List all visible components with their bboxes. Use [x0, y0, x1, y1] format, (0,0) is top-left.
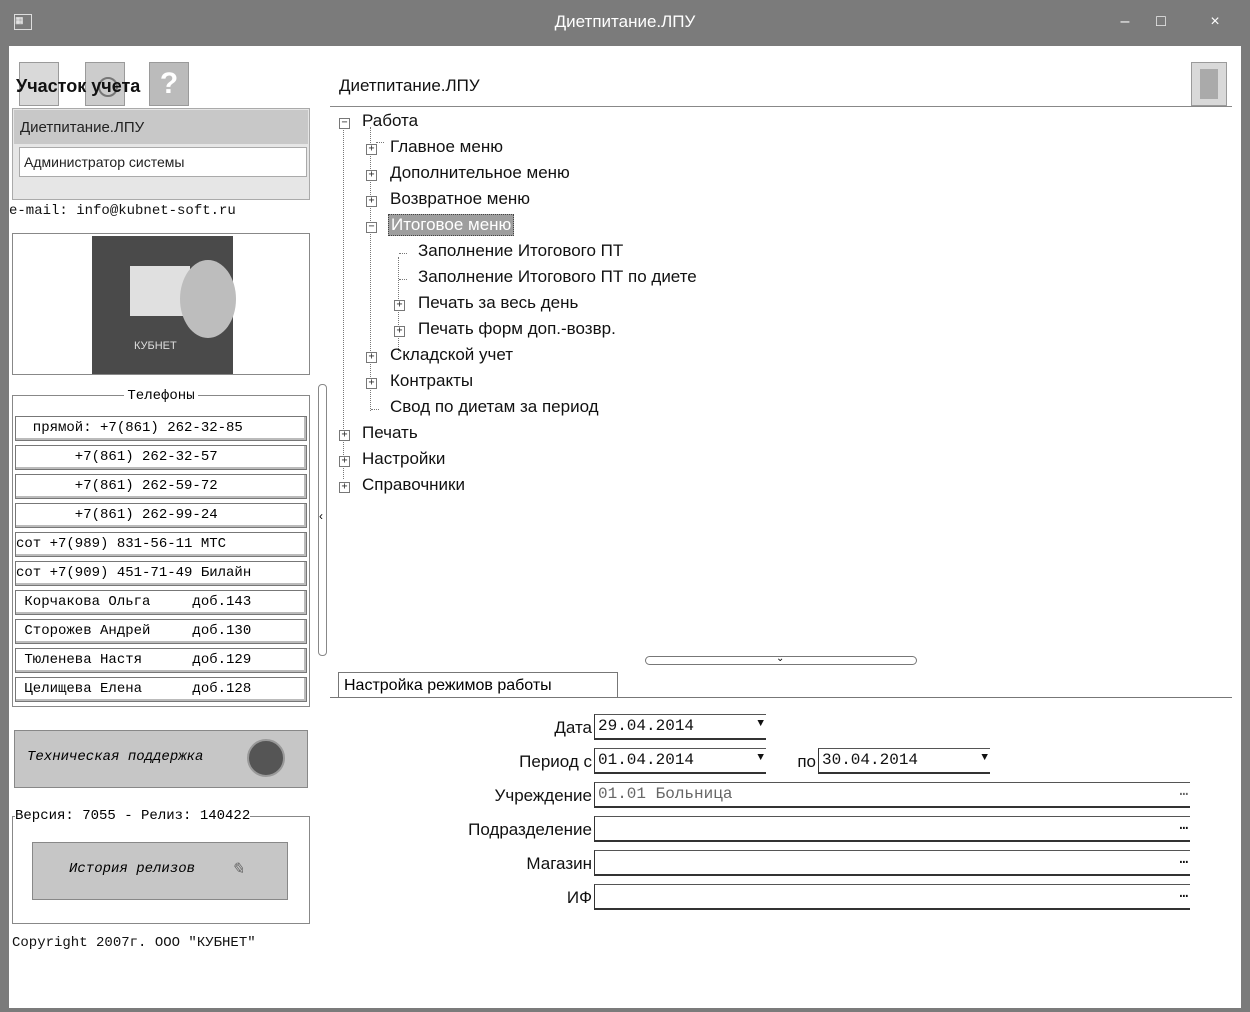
tree-node-return-menu[interactable]: Возвратное меню	[390, 189, 530, 209]
phone-row: Целищева Елена доб.128	[15, 677, 307, 702]
ellipsis-button[interactable]: …	[1180, 886, 1188, 902]
release-history-label: История релизов	[69, 861, 196, 877]
phone-row: прямой: +7(861) 262-32-85	[15, 416, 307, 441]
tree-node-fill-total[interactable]: Заполнение Итогового ПТ	[418, 241, 623, 261]
phones-group: Телефоны прямой: +7(861) 262-32-85 +7(86…	[12, 388, 310, 707]
institution-value: 01.01 Больница	[598, 785, 733, 803]
institution-label: Учреждение	[494, 786, 592, 805]
exit-door-icon[interactable]	[1191, 62, 1227, 106]
horizontal-splitter[interactable]: ⌄	[645, 653, 917, 665]
date-label: Дата	[554, 718, 592, 737]
release-history-button[interactable]: История релизов ✎	[32, 842, 288, 900]
phone-row: +7(861) 262-32-57	[15, 445, 307, 470]
logo: КУБНЕТ	[12, 233, 310, 375]
expand-icon[interactable]: +	[366, 144, 377, 155]
minimize-button[interactable]: –	[1105, 8, 1145, 36]
tree-node-work[interactable]: Работа	[362, 111, 418, 131]
store-label: Магазин	[526, 854, 592, 873]
date-field[interactable]: 29.04.2014 ▼	[594, 714, 766, 740]
tree-node-diet-summary[interactable]: Свод по диетам за период	[390, 397, 599, 417]
phone-row: сот +7(989) 831-56-11 МТС	[15, 532, 307, 557]
store-field[interactable]: …	[594, 850, 1190, 876]
tab-divider	[330, 697, 1232, 698]
globe-icon	[247, 739, 285, 777]
tech-support-button[interactable]: Техническая поддержка	[14, 730, 308, 788]
phone-row: Сторожев Андрей доб.130	[15, 619, 307, 644]
collapse-left-icon: ‹	[319, 509, 323, 523]
institution-field[interactable]: 01.01 Больница …	[594, 782, 1190, 808]
period-to-field[interactable]: 30.04.2014 ▼	[818, 748, 990, 774]
period-from-value: 01.04.2014	[598, 751, 695, 769]
dropdown-arrow-icon[interactable]: ▼	[757, 718, 764, 730]
tree-node-warehouse[interactable]: Складской учет	[390, 345, 513, 365]
copyright: Copyright 2007г. ООО "КУБНЕТ"	[12, 935, 256, 951]
phone-row: Тюленева Настя доб.129	[15, 648, 307, 673]
tree-node-fill-total-diet[interactable]: Заполнение Итогового ПТ по диете	[418, 267, 697, 287]
logo-text: КУБНЕТ	[134, 340, 177, 352]
window-title: Диетпитание.ЛПУ	[554, 12, 696, 31]
if-label: ИФ	[566, 888, 592, 907]
tree-node-settings[interactable]: Настройки	[362, 449, 445, 469]
tree-node-references[interactable]: Справочники	[362, 475, 465, 495]
expand-icon[interactable]: +	[394, 300, 405, 311]
left-panel-title: Участок учета	[16, 76, 141, 96]
tree-node-print[interactable]: Печать	[362, 423, 418, 443]
email-link[interactable]: e-mail: info@kubnet-soft.ru	[9, 203, 236, 219]
tree-node-main-menu[interactable]: Главное меню	[390, 137, 503, 157]
phone-row: сот +7(909) 451-71-49 Билайн	[15, 561, 307, 586]
dropdown-arrow-icon[interactable]: ▼	[757, 752, 764, 764]
account-list: Диетпитание.ЛПУ Администратор системы	[12, 108, 310, 200]
title-bar: ▦ Диетпитание.ЛПУ – □ ×	[0, 0, 1250, 46]
pencil-icon: ✎	[231, 861, 245, 879]
tree-node-print-forms[interactable]: Печать форм доп.-возвр.	[418, 319, 616, 339]
expand-icon[interactable]: +	[366, 196, 377, 207]
close-button[interactable]: ×	[1195, 8, 1235, 36]
expand-icon[interactable]: +	[366, 352, 377, 363]
expand-icon[interactable]: +	[339, 456, 350, 467]
expand-icon[interactable]: +	[339, 482, 350, 493]
collapse-icon[interactable]: −	[339, 118, 350, 129]
menu-tree: − Работа + Главное меню + Дополнительное…	[330, 106, 1232, 654]
period-from-field[interactable]: 01.04.2014 ▼	[594, 748, 766, 774]
division-field[interactable]: …	[594, 816, 1190, 842]
phones-caption: Телефоны	[124, 388, 198, 404]
vertical-splitter[interactable]: ‹	[318, 384, 327, 656]
chevron-down-icon: ⌄	[776, 653, 785, 664]
right-panel-title: Диетпитание.ЛПУ	[339, 76, 480, 95]
tree-node-print-day[interactable]: Печать за весь день	[418, 293, 578, 313]
ellipsis-button[interactable]: …	[1180, 852, 1188, 868]
ellipsis-button[interactable]: …	[1180, 784, 1188, 800]
tree-node-contracts[interactable]: Контракты	[390, 371, 473, 391]
period-to-label: по	[797, 752, 816, 771]
tab-work-settings[interactable]: Настройка режимов работы	[338, 672, 618, 698]
account-item-active[interactable]: Диетпитание.ЛПУ	[14, 110, 308, 144]
ellipsis-button[interactable]: …	[1180, 818, 1188, 834]
expand-icon[interactable]: +	[394, 326, 405, 337]
collapse-icon[interactable]: −	[366, 222, 377, 233]
period-from-label: Период с	[519, 752, 592, 771]
tree-node-extra-menu[interactable]: Дополнительное меню	[390, 163, 570, 183]
expand-icon[interactable]: +	[366, 378, 377, 389]
version-text: Версия: 7055 - Релиз: 140422	[15, 808, 251, 824]
tech-support-label: Техническая поддержка	[27, 749, 204, 765]
tree-node-total-menu[interactable]: Итоговое меню	[388, 214, 515, 236]
period-to-value: 30.04.2014	[822, 751, 919, 769]
phone-row: +7(861) 262-59-72	[15, 474, 307, 499]
if-field[interactable]: …	[594, 884, 1190, 910]
account-item-admin[interactable]: Администратор системы	[19, 147, 307, 177]
maximize-button[interactable]: □	[1141, 8, 1181, 36]
phone-row: Корчакова Ольга доб.143	[15, 590, 307, 615]
help-icon[interactable]: ?	[149, 62, 189, 106]
division-label: Подразделение	[468, 820, 592, 839]
expand-icon[interactable]: +	[339, 430, 350, 441]
expand-icon[interactable]: +	[366, 170, 377, 181]
date-value: 29.04.2014	[598, 717, 695, 735]
dropdown-arrow-icon[interactable]: ▼	[981, 752, 988, 764]
phone-row: +7(861) 262-99-24	[15, 503, 307, 528]
